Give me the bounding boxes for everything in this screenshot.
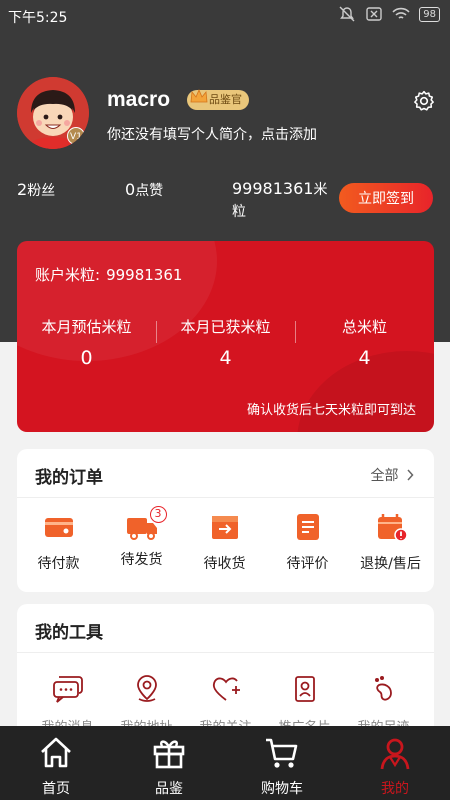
tools-title: 我的工具	[35, 623, 103, 643]
points-arrival-note: 确认收货后七天米粒即可到达	[246, 403, 416, 418]
rank-badge-label: 品鉴官	[209, 93, 242, 106]
gift-icon	[153, 740, 185, 769]
points-stat[interactable]: 99981361米粒	[232, 178, 332, 223]
location-icon	[136, 675, 157, 702]
orders-title: 我的订单	[35, 468, 103, 488]
points-column-value: 0	[80, 347, 93, 369]
likes-stat[interactable]: 0点赞	[125, 180, 163, 200]
home-icon	[41, 737, 71, 768]
tab-label: 购物车	[261, 781, 303, 797]
signin-button[interactable]: 立即签到	[339, 183, 433, 213]
order-pending-shipment[interactable]: 3 待发货	[100, 506, 183, 569]
chevron-right-icon	[407, 469, 414, 481]
order-pending-receipt[interactable]: 待收货	[183, 512, 266, 573]
order-status-label: 退换/售后	[360, 556, 421, 572]
user-icon	[380, 738, 410, 770]
points-column-label: 本月预估米粒	[41, 318, 132, 336]
points-column-value: 4	[219, 347, 232, 369]
heart-icon	[212, 677, 240, 701]
rank-badge: 品鉴官	[187, 88, 249, 110]
card-icon	[294, 676, 315, 702]
footprint-icon	[374, 676, 392, 701]
tools-panel: 我的工具 我的消息 我的地址 我的关注 推广名片	[17, 604, 434, 744]
order-status-label: 待付款	[37, 556, 80, 572]
likes-label: 点赞	[135, 183, 164, 199]
cart-icon	[266, 738, 298, 768]
tab-mine[interactable]: 我的	[350, 726, 440, 800]
points-column-value: 4	[358, 347, 371, 369]
divider	[17, 652, 434, 653]
points-column-label: 本月已获米粒	[180, 318, 271, 336]
order-pending-payment[interactable]: 待付款	[17, 512, 100, 573]
all-orders-link[interactable]: 全部	[371, 465, 414, 485]
avatar[interactable]: V1	[17, 77, 89, 149]
points-count: 99981361	[232, 179, 314, 198]
monthly-earned-points[interactable]: 本月已获米粒 4	[156, 316, 295, 369]
tab-tasting[interactable]: 品鉴	[124, 726, 214, 800]
vip-level-badge: V1	[67, 127, 85, 145]
crown-icon	[190, 88, 208, 103]
order-status-label: 待收货	[203, 556, 246, 572]
review-icon	[296, 514, 319, 540]
points-column-label: 总米粒	[341, 318, 387, 336]
battery-level: 98	[419, 6, 440, 22]
account-points: 账户米粒: 99981361	[35, 264, 182, 285]
total-points[interactable]: 总米粒 4	[295, 316, 434, 369]
tab-label: 我的	[381, 781, 409, 797]
tab-label: 首页	[42, 781, 70, 797]
bio-prompt[interactable]: 你还没有填写个人简介，点击添加	[107, 124, 317, 144]
no-sim-icon	[366, 7, 382, 21]
order-after-sales[interactable]: 退换/售后	[349, 512, 432, 573]
order-status-label: 待评价	[286, 556, 329, 572]
orders-panel: 我的订单 全部 待付款 3 待发货 待收货 待评价 退换/售后	[17, 449, 434, 592]
divider	[17, 497, 434, 498]
tab-label: 品鉴	[155, 781, 183, 797]
username: macro	[107, 88, 171, 111]
message-icon	[52, 676, 83, 703]
mute-icon	[339, 6, 355, 22]
status-time: 下午5:25	[8, 10, 68, 26]
box-icon	[211, 516, 238, 539]
all-orders-label: 全部	[370, 468, 399, 484]
order-status-label: 待发货	[120, 552, 163, 568]
return-icon	[377, 514, 408, 542]
account-points-label: 账户米粒:	[35, 266, 101, 284]
wifi-icon	[392, 7, 410, 19]
likes-count: 0	[125, 180, 136, 199]
monthly-estimated-points[interactable]: 本月预估米粒 0	[17, 316, 156, 369]
tab-cart[interactable]: 购物车	[237, 726, 327, 800]
fans-count: 2	[17, 180, 28, 199]
account-points-value: 99981361	[106, 266, 183, 284]
fans-label: 粉丝	[27, 183, 56, 199]
tab-home[interactable]: 首页	[11, 726, 101, 800]
points-card: 账户米粒: 99981361 本月预估米粒 0 本月已获米粒 4 总米粒 4 确认…	[17, 241, 434, 432]
bottom-tab-bar: 首页 品鉴 购物车 我的	[0, 726, 450, 800]
pending-shipment-count-badge: 3	[149, 506, 167, 523]
fans-stat[interactable]: 2粉丝	[17, 180, 55, 200]
gear-icon[interactable]	[413, 90, 435, 112]
order-pending-review[interactable]: 待评价	[266, 512, 349, 573]
wallet-icon	[44, 518, 73, 537]
status-bar: 下午5:25 98	[0, 0, 450, 30]
truck-icon-wrap: 3	[125, 506, 167, 542]
